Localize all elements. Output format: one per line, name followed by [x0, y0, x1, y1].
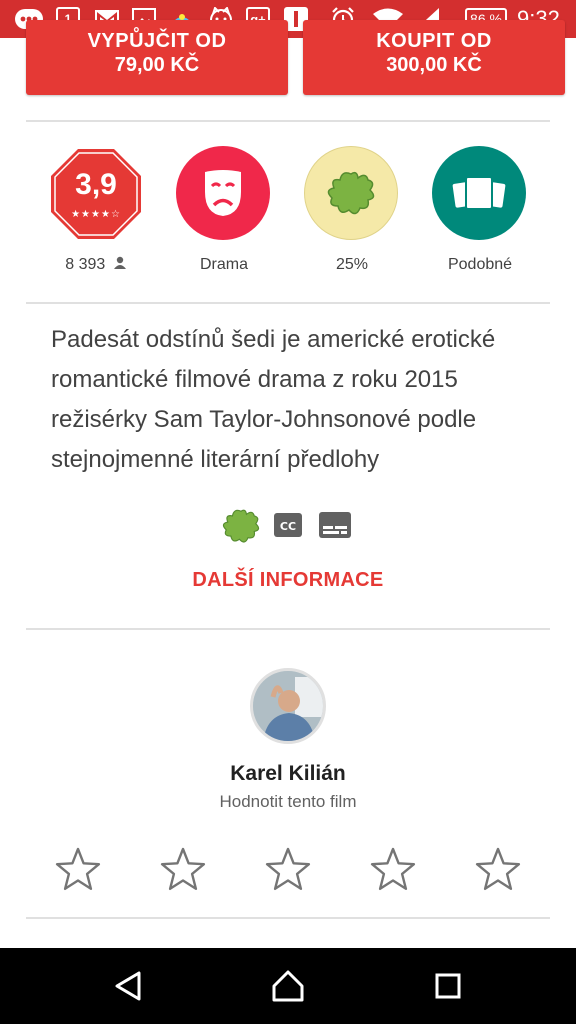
buy-price: 300,00 KČ: [386, 54, 482, 76]
genre-label: Drama: [199, 256, 248, 273]
rent-label: VYPŮJČIT OD: [87, 30, 227, 52]
user-name: Karel Kilián: [230, 762, 346, 785]
rating-badge[interactable]: ★★★★☆ 3,9: [48, 146, 144, 242]
freshness-circle: [304, 146, 398, 240]
genre-badge[interactable]: [176, 146, 272, 242]
splat-icon: [327, 171, 375, 215]
votes-count: 8 393: [32, 256, 160, 274]
votes-value: 8 393: [65, 256, 106, 273]
similar-cards-icon: [452, 176, 506, 210]
splat-icon: [222, 509, 260, 543]
divider: [26, 917, 550, 919]
genre-circle: [176, 146, 270, 240]
similar-badge[interactable]: [432, 146, 528, 242]
recents-icon[interactable]: [424, 964, 472, 1008]
closed-captions-icon: CC: [274, 513, 302, 537]
divider: [26, 302, 550, 304]
back-icon[interactable]: [104, 964, 152, 1008]
star-4-icon[interactable]: [370, 846, 416, 892]
rent-button[interactable]: VYPŮJČIT OD 79,00 KČ: [26, 20, 288, 95]
star-2-icon[interactable]: [160, 846, 206, 892]
buy-button[interactable]: KOUPIT OD 300,00 KČ: [303, 20, 565, 95]
person-icon: [113, 256, 126, 269]
more-info-link[interactable]: DALŠÍ INFORMACE: [0, 569, 576, 592]
star-1-icon[interactable]: [55, 846, 101, 892]
freshness-label: 25%: [335, 256, 369, 273]
similar-circle: [432, 146, 526, 240]
similar-label: Podobné: [447, 256, 513, 273]
rate-prompt: Hodnotit tento film: [219, 792, 357, 811]
description-fade: [380, 446, 500, 482]
freshness-badge[interactable]: [304, 146, 400, 242]
rent-price: 79,00 KČ: [114, 54, 200, 76]
subtitles-icon: [319, 512, 351, 538]
navigation-bar: [0, 948, 576, 1024]
star-5-icon[interactable]: [475, 846, 521, 892]
divider: [26, 120, 550, 122]
rating-stars: ★★★★☆: [71, 209, 121, 220]
star-3-icon[interactable]: [265, 846, 311, 892]
avatar: [250, 668, 326, 744]
rating-value: 3,9: [75, 168, 117, 201]
divider: [26, 628, 550, 630]
drama-mask-icon: [205, 170, 241, 216]
svg-text:CC: CC: [280, 520, 296, 533]
buy-label: KOUPIT OD: [376, 30, 492, 52]
home-icon[interactable]: [264, 964, 312, 1008]
